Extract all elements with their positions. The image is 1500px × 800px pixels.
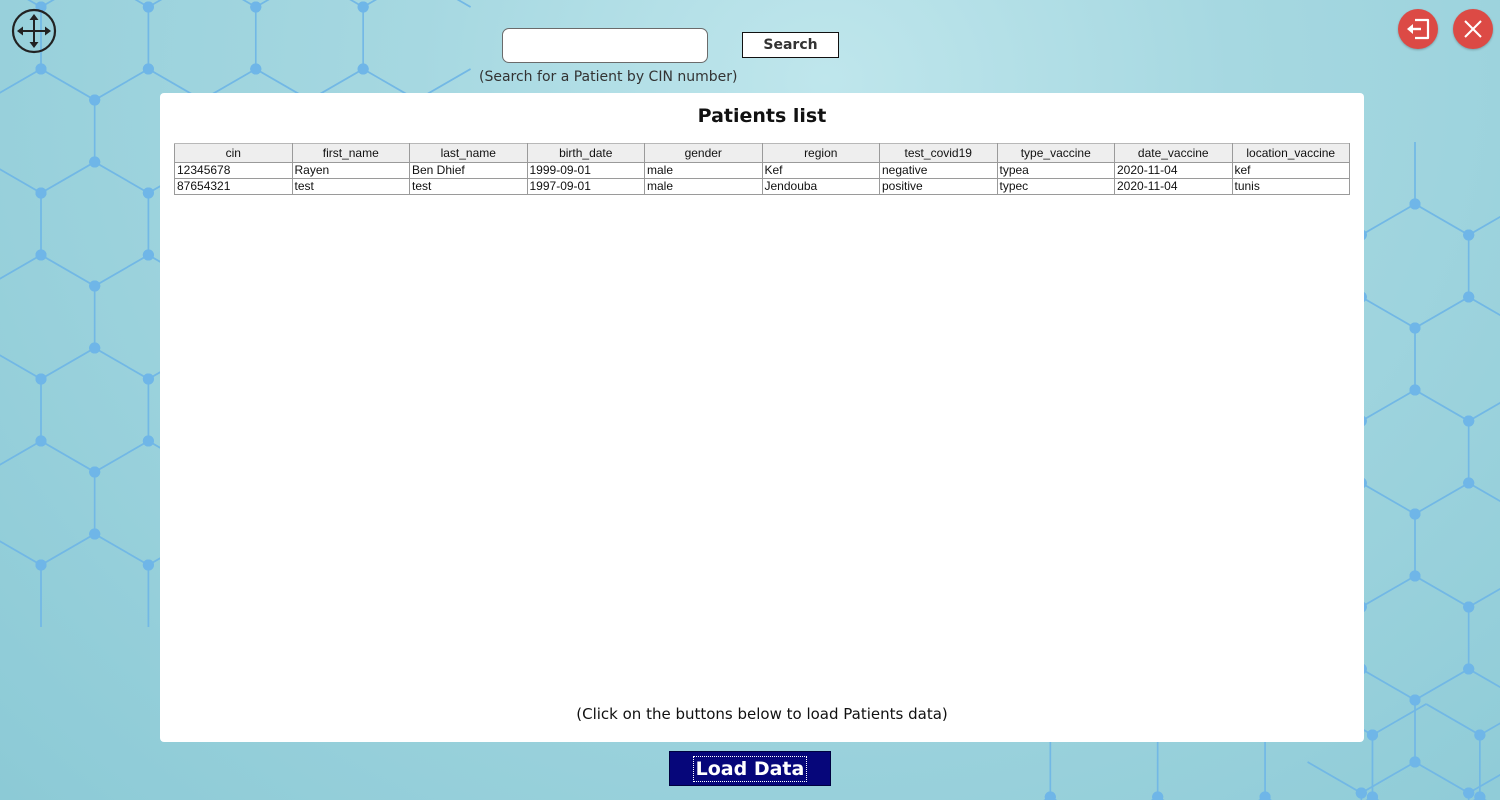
table-row[interactable]: 12345678 Rayen Ben Dhief 1999-09-01 male Kef n… xyxy=(174,162,1350,179)
table-header-row: cin first_name last_name birth_date gender re… xyxy=(174,143,1350,163)
column-header-region[interactable]: region xyxy=(761,143,880,163)
column-header-date-vaccine[interactable]: date_vaccine xyxy=(1114,143,1233,163)
column-header-test-covid19[interactable]: test_covid19 xyxy=(879,143,998,163)
load-data-label: Load Data xyxy=(692,755,808,782)
patients-table: cin first_name last_name birth_date gender re… xyxy=(174,143,1350,195)
column-header-birth-date[interactable]: birth_date xyxy=(526,143,645,163)
column-header-first-name[interactable]: first_name xyxy=(291,143,410,163)
column-header-last-name[interactable]: last_name xyxy=(409,143,528,163)
table-cell: 1999-09-01 xyxy=(526,162,645,179)
logout-button[interactable] xyxy=(1398,9,1438,49)
move-arrows-icon[interactable] xyxy=(11,8,57,54)
table-cell: 2020-11-04 xyxy=(1114,162,1233,179)
column-header-location-vaccine[interactable]: location_vaccine xyxy=(1231,143,1350,163)
table-cell: 1997-09-01 xyxy=(526,178,645,195)
close-icon xyxy=(1464,20,1482,38)
search-input[interactable] xyxy=(502,28,708,63)
table-cell: tunis xyxy=(1231,178,1350,195)
load-hint: (Click on the buttons below to load Pati… xyxy=(576,705,948,723)
table-cell: kef xyxy=(1231,162,1350,179)
search-button[interactable]: Search xyxy=(742,32,839,58)
table-cell: test xyxy=(291,178,410,195)
load-data-button[interactable]: Load Data xyxy=(669,751,831,786)
table-cell: Kef xyxy=(761,162,880,179)
table-cell: 87654321 xyxy=(174,178,293,195)
table-cell: typec xyxy=(996,178,1115,195)
table-row[interactable]: 87654321 test test 1997-09-01 male Jendouba po… xyxy=(174,178,1350,195)
table-cell: test xyxy=(409,178,528,195)
table-body: 12345678 Rayen Ben Dhief 1999-09-01 male Kef n… xyxy=(174,162,1350,195)
patients-table-container: cin first_name last_name birth_date gender re… xyxy=(174,143,1350,195)
column-header-type-vaccine[interactable]: type_vaccine xyxy=(996,143,1115,163)
column-header-cin[interactable]: cin xyxy=(174,143,293,163)
table-cell: 2020-11-04 xyxy=(1114,178,1233,195)
table-cell: positive xyxy=(879,178,998,195)
logout-icon xyxy=(1407,18,1430,40)
table-cell: male xyxy=(644,162,763,179)
search-hint: (Search for a Patient by CIN number) xyxy=(479,69,738,85)
patients-panel: Patients list cin first_name last_name birt… xyxy=(160,93,1364,742)
table-cell: Jendouba xyxy=(761,178,880,195)
table-cell: typea xyxy=(996,162,1115,179)
panel-title: Patients list xyxy=(697,105,827,127)
table-cell: Ben Dhief xyxy=(409,162,528,179)
table-cell: negative xyxy=(879,162,998,179)
column-header-gender[interactable]: gender xyxy=(644,143,763,163)
table-cell: Rayen xyxy=(291,162,410,179)
table-cell: male xyxy=(644,178,763,195)
close-button[interactable] xyxy=(1453,9,1493,49)
table-cell: 12345678 xyxy=(174,162,293,179)
